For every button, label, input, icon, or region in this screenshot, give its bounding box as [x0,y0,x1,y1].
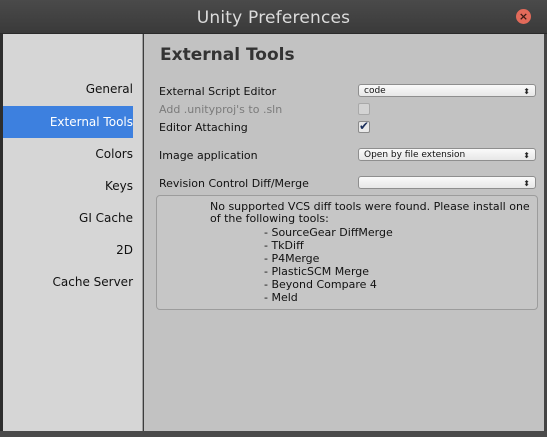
close-icon[interactable]: × [516,9,531,24]
vcs-help-box: No supported VCS diff tools were found. … [156,195,538,310]
image-app-label: Image application [159,149,258,162]
window-title: Unity Preferences [196,8,351,28]
revision-control-label: Revision Control Diff/Merge [159,177,309,190]
help-tool-item: - Meld [264,291,298,304]
checkmark-icon: ✔ [359,119,370,133]
help-tool-item: - TkDiff [264,239,304,252]
sidebar-item-colors[interactable]: Colors [3,138,133,170]
sidebar-item-2d[interactable]: 2D [3,234,133,266]
sidebar-item-label: External Tools [49,115,133,129]
page-title: External Tools [160,45,295,65]
revision-control-dropdown[interactable]: ⬍ [358,176,536,189]
sidebar-item-label: General [85,82,133,96]
image-app-dropdown[interactable]: Open by file extension ⬍ [358,148,536,161]
updown-arrows-icon: ⬍ [523,179,530,188]
editor-attaching-checkbox[interactable]: ✔ [358,119,370,133]
help-tool-item: - SourceGear DiffMerge [264,226,393,239]
help-tool-item: - P4Merge [264,252,320,265]
background-bottom [0,431,547,437]
script-editor-dropdown[interactable]: code ⬍ [358,84,536,97]
sidebar-item-label: Colors [95,147,133,161]
updown-arrows-icon: ⬍ [523,87,530,96]
window-titlebar: Unity Preferences × [0,0,547,34]
sidebar-item-gi-cache[interactable]: GI Cache [3,202,133,234]
sidebar-item-keys[interactable]: Keys [3,170,133,202]
sidebar-item-external-tools[interactable]: External Tools [3,106,133,138]
sidebar-item-label: 2D [116,243,133,257]
script-editor-label: External Script Editor [159,85,277,98]
sidebar-item-general[interactable]: General [3,73,133,105]
help-text-line: of the following tools: [210,212,329,225]
preferences-sidebar: General External Tools Colors Keys GI Ca… [3,34,143,431]
script-editor-value: code [364,86,386,96]
editor-attaching-label: Editor Attaching [159,121,248,134]
updown-arrows-icon: ⬍ [523,151,530,160]
sidebar-item-label: GI Cache [79,211,133,225]
image-app-value: Open by file extension [364,150,466,160]
sidebar-item-cache-server[interactable]: Cache Server [3,266,133,298]
help-tool-item: - PlasticSCM Merge [264,265,370,278]
unityproj-checkbox[interactable] [358,103,370,115]
sidebar-item-label: Keys [104,179,133,193]
unityproj-label: Add .unityproj's to .sln [159,103,283,116]
sidebar-item-label: Cache Server [52,275,133,289]
help-tool-item: - Beyond Compare 4 [264,278,377,291]
preferences-content: External Tools External Script Editor co… [144,34,544,431]
